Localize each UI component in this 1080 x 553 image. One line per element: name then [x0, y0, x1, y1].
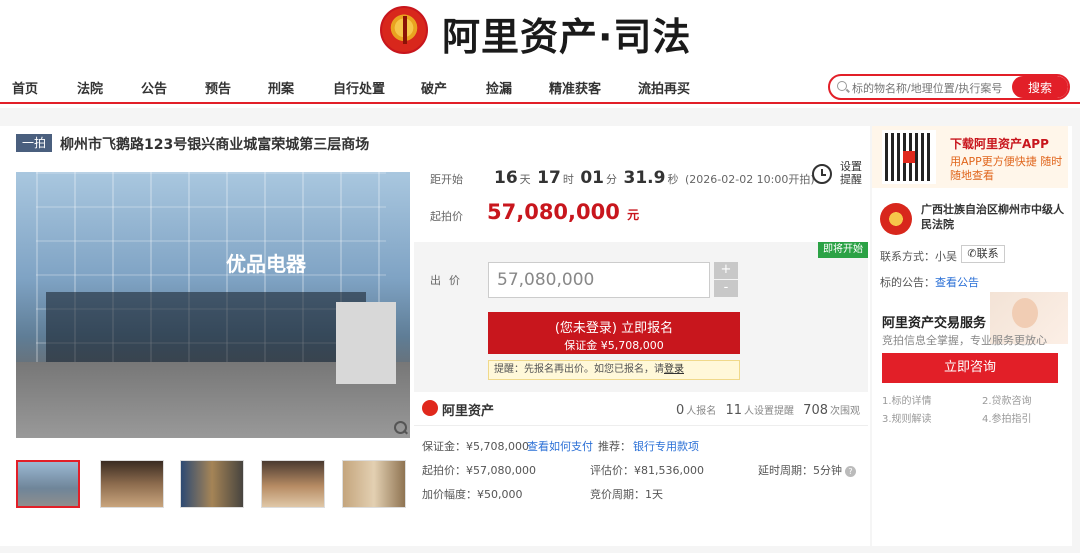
countdown-hours: 17 — [537, 168, 561, 188]
consult-button[interactable]: 立即咨询 — [882, 353, 1058, 383]
nav-failed-rebuy[interactable]: 流拍再买 — [638, 78, 690, 97]
zoom-icon[interactable] — [393, 420, 409, 436]
countdown-seconds: 31.9 — [623, 168, 666, 188]
nav-court[interactable]: 法院 — [77, 78, 103, 97]
start-price-info: 起拍价：¥57,080,000 — [422, 464, 536, 477]
thumbnail-3[interactable] — [180, 460, 244, 508]
bank-fund-link[interactable]: 银行专用款项 — [633, 438, 699, 454]
mall-entrance — [46, 292, 366, 362]
nav-precise-leads[interactable]: 精准获客 — [549, 78, 601, 97]
platform-row: 阿里资产 0 人报名 11 人设置提醒 708 次围观 — [414, 396, 868, 426]
clock-icon — [812, 164, 832, 184]
view-label: 次围观 — [830, 406, 860, 417]
notice-label: 标的公告： — [880, 276, 935, 289]
status-badge: 即将开始 — [818, 242, 868, 258]
bid-input[interactable] — [488, 262, 710, 298]
bid-label: 出价 — [430, 274, 468, 287]
search-bar: 搜索 — [828, 74, 1070, 100]
appraisal-info: 评估价：¥81,536,000 — [590, 464, 704, 477]
contact-info: 联系方式：小吴 — [880, 250, 957, 263]
notice-row: 标的公告：查看公告 — [880, 274, 979, 290]
search-icon — [837, 81, 847, 91]
service-link-guide[interactable]: 4.参拍指引 — [982, 410, 1032, 425]
court-emblem-small-icon — [880, 203, 912, 235]
start-time: (2026-02-02 10:00开拍) — [684, 173, 815, 186]
header: 阿里资产·司法 — [0, 0, 1080, 70]
view-count: 708 — [803, 403, 828, 418]
thumbnail-1[interactable] — [16, 460, 80, 508]
nav-bargain[interactable]: 捡漏 — [486, 78, 512, 97]
search-button[interactable]: 搜索 — [1012, 76, 1068, 98]
start-price-value: 57,080,000 — [487, 200, 620, 224]
nav-bankruptcy[interactable]: 破产 — [421, 78, 447, 97]
seconds-unit: 秒 — [667, 173, 679, 186]
how-to-pay-link[interactable]: 查看如何支付 — [527, 438, 593, 454]
delay-text: 延时周期：5分钟 — [758, 464, 842, 477]
reminder-count-label: 人设置提醒 — [743, 406, 794, 417]
auction-stats: 0 人报名 11 人设置提醒 708 次围观 — [670, 402, 860, 418]
signed-label: 人报名 — [686, 406, 717, 417]
countdown: 距开始 16 天 17 时 01 分 31.9 秒 (2026-02-02 10:00开… — [430, 168, 815, 188]
service-link-rules[interactable]: 3.规则解读 — [882, 410, 932, 425]
delay-info: 延时周期：5分钟? — [758, 462, 856, 478]
bid-increase-button[interactable]: + — [714, 262, 738, 279]
service-link-details[interactable]: 1.标的详情 — [882, 392, 932, 407]
contact-button-label: 联系 — [976, 247, 999, 260]
reminder-label: 设置提醒 — [840, 160, 862, 186]
minutes-unit: 分 — [606, 173, 618, 186]
app-subtitle: 用APP更方便快捷 随时随地查看 — [950, 155, 1063, 182]
main-photo[interactable]: 优品电器 — [16, 172, 410, 438]
court-emblem-icon — [380, 6, 428, 54]
app-title[interactable]: 下载阿里资产APP — [950, 135, 1049, 152]
nav-preview[interactable]: 预告 — [205, 78, 231, 97]
thumbnail-2[interactable] — [100, 460, 164, 508]
reminder-count: 11 — [725, 403, 742, 418]
signup-deposit: 保证金 ¥5,708,000 — [564, 339, 664, 352]
countdown-days: 16 — [494, 168, 518, 188]
start-price-label: 起拍价 — [430, 210, 463, 223]
alibaba-assets-icon — [422, 400, 438, 416]
recommend-label: 推荐： — [598, 440, 631, 453]
signed-count: 0 — [675, 403, 685, 418]
deposit-info: 保证金：¥5,708,000 — [422, 440, 529, 453]
platform-name: 阿里资产 — [442, 404, 495, 419]
tip-text: 提醒：先报名再出价。如您已报名，请 — [494, 364, 664, 375]
start-price: 57,080,000 元 — [487, 200, 639, 224]
thumbnail-4[interactable] — [261, 460, 325, 508]
nav-notice[interactable]: 公告 — [141, 78, 167, 97]
service-title: 阿里资产交易服务 — [882, 316, 987, 331]
login-link[interactable]: 登录 — [664, 364, 684, 375]
contact-button[interactable]: ✆联系 — [961, 245, 1005, 263]
phone-icon: ✆ — [967, 247, 977, 260]
store-sign: 优品电器 — [226, 252, 306, 276]
nav-home[interactable]: 首页 — [12, 78, 38, 97]
currency-unit: 元 — [627, 208, 640, 222]
item-title: 柳州市飞鹅路123号银兴商业城富荣城第三层商场 — [60, 137, 370, 153]
signup-tip: 提醒：先报名再出价。如您已报名，请登录 — [488, 360, 740, 380]
thumbnail-5[interactable] — [342, 460, 406, 508]
hours-unit: 时 — [562, 173, 574, 186]
signup-label: (您未登录) 立即报名 — [554, 321, 674, 336]
countdown-label: 距开始 — [430, 173, 463, 186]
site-logo[interactable]: 阿里资产·司法 — [442, 6, 691, 61]
bid-cycle-info: 竞价周期：1天 — [590, 488, 663, 501]
service-link-loan[interactable]: 2.贷款咨询 — [982, 392, 1032, 407]
truck — [336, 302, 396, 384]
service-subtitle: 竞拍信息全掌握，专业服务更放心 — [882, 334, 1047, 347]
qr-code — [882, 130, 936, 184]
search-input[interactable] — [852, 79, 1012, 97]
nav-self-disposal[interactable]: 自行处置 — [333, 78, 385, 97]
signup-button[interactable]: (您未登录) 立即报名 保证金 ¥5,708,000 — [488, 312, 740, 354]
increment-info: 加价幅度：¥50,000 — [422, 488, 523, 501]
nav-criminal[interactable]: 刑案 — [268, 78, 294, 97]
bid-decrease-button[interactable]: - — [714, 280, 738, 297]
view-notice-link[interactable]: 查看公告 — [935, 276, 979, 289]
help-icon[interactable]: ? — [845, 466, 856, 477]
court-name[interactable]: 广西壮族自治区柳州市中级人民法院 — [921, 202, 1066, 232]
round-tag: 一拍 — [16, 134, 52, 152]
days-unit: 天 — [519, 173, 531, 186]
countdown-minutes: 01 — [580, 168, 605, 188]
set-reminder-button[interactable]: 设置提醒 — [812, 160, 862, 190]
